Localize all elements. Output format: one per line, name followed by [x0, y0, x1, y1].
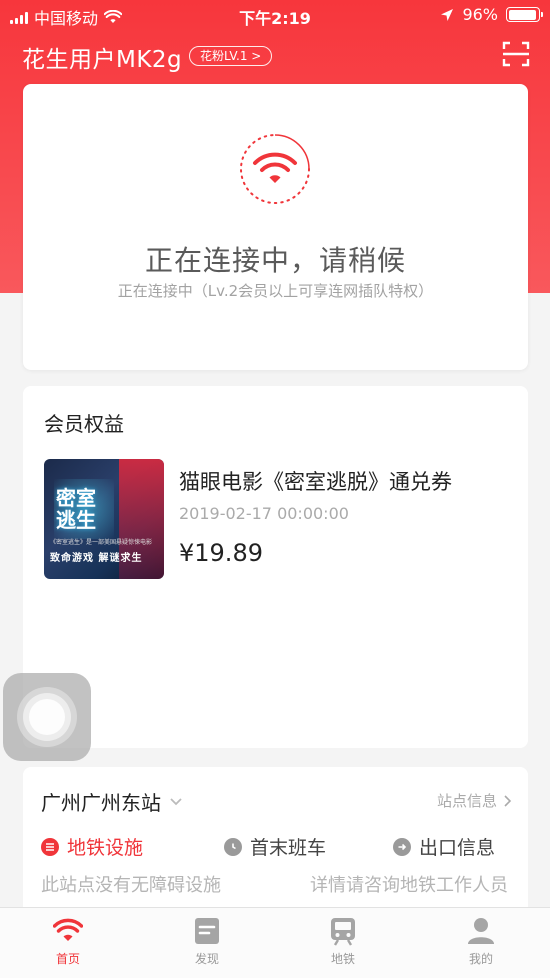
contact-note: 详情请咨询地铁工作人员 [310, 875, 508, 896]
tab-home-label: 首页 [55, 952, 80, 966]
tab-discover-label: 发现 [194, 952, 219, 966]
list-icon [41, 837, 59, 856]
tab-discover[interactable]: 发现 [167, 916, 247, 967]
connecting-wifi-icon [240, 134, 310, 204]
station-info-link[interactable]: 站点信息 [437, 790, 512, 811]
poster-line: 《密室逃生》是一部美国悬疑惊悚电影 [50, 539, 153, 546]
app-header: 花生用户MK2g 花粉LV.1 > [0, 36, 550, 76]
tab-subway-label: 地铁 [330, 952, 355, 966]
member-benefits-card: 会员权益 密室逃生 《密室逃生》是一部美国悬疑惊悚电影 致命游戏 解谜求生 猫眼… [23, 386, 528, 748]
tab-exit-info[interactable]: 出口信息 [393, 833, 495, 860]
scan-icon[interactable] [502, 40, 530, 68]
station-card: 广州广州东站 站点信息 地铁设施 首末班车 出口信息 此站点没有无障碍设施 详情… [23, 767, 528, 927]
accessibility-note: 此站点没有无障碍设施 [41, 875, 221, 896]
benefit-date: 2019-02-17 00:00:00 [179, 504, 349, 523]
tab-label: 地铁设施 [67, 837, 144, 859]
tab-profile[interactable]: 我的 [441, 916, 521, 967]
status-bar: 中国移动 下午2:19 96% [0, 0, 550, 30]
connect-card: 正在连接中，请稍候 正在连接中（Lv.2会员以上可享连网插队特权） [23, 84, 528, 370]
tab-subway[interactable]: 地铁 [303, 916, 383, 967]
subway-icon [331, 918, 355, 946]
discover-icon [195, 918, 219, 944]
tab-label: 首末班车 [250, 837, 327, 859]
level-badge[interactable]: 花粉LV.1 > [189, 46, 273, 66]
bottom-tab-bar: 首页 发现 地铁 我的 [0, 907, 550, 978]
benefit-name[interactable]: 猫眼电影《密室逃脱》通兑券 [179, 466, 452, 496]
profile-icon [468, 918, 494, 944]
location-arrow-icon [441, 8, 454, 21]
assistive-touch-button[interactable] [3, 673, 91, 761]
benefits-heading: 会员权益 [44, 412, 124, 436]
chevron-down-icon [170, 797, 182, 805]
connect-title: 正在连接中，请稍候 [144, 244, 406, 277]
movie-poster[interactable]: 密室逃生 《密室逃生》是一部美国悬疑惊悚电影 致命游戏 解谜求生 [44, 459, 164, 579]
chevron-right-icon [504, 794, 512, 807]
clock-icon [224, 837, 242, 856]
tab-profile-label: 我的 [468, 952, 493, 966]
poster-tagline: 致命游戏 解谜求生 [50, 553, 143, 564]
battery-percent: 96% [462, 5, 498, 24]
station-info-label: 站点信息 [436, 792, 497, 810]
benefit-price: ¥19.89 [179, 539, 263, 567]
station-selector[interactable]: 广州广州东站 [41, 787, 183, 816]
exit-arrow-icon [393, 837, 411, 856]
tab-home[interactable]: 首页 [28, 916, 108, 967]
tab-subway-facilities[interactable]: 地铁设施 [41, 833, 143, 860]
wifi-icon [53, 918, 83, 941]
battery-icon [506, 7, 543, 22]
station-name: 广州广州东站 [41, 791, 161, 815]
connect-subtitle: 正在连接中（Lv.2会员以上可享连网插队特权） [117, 282, 434, 300]
tab-label: 出口信息 [419, 837, 496, 859]
tab-first-last-train[interactable]: 首末班车 [224, 833, 326, 860]
poster-title: 密室逃生 [56, 486, 96, 532]
username: 花生用户MK2g [22, 47, 183, 73]
